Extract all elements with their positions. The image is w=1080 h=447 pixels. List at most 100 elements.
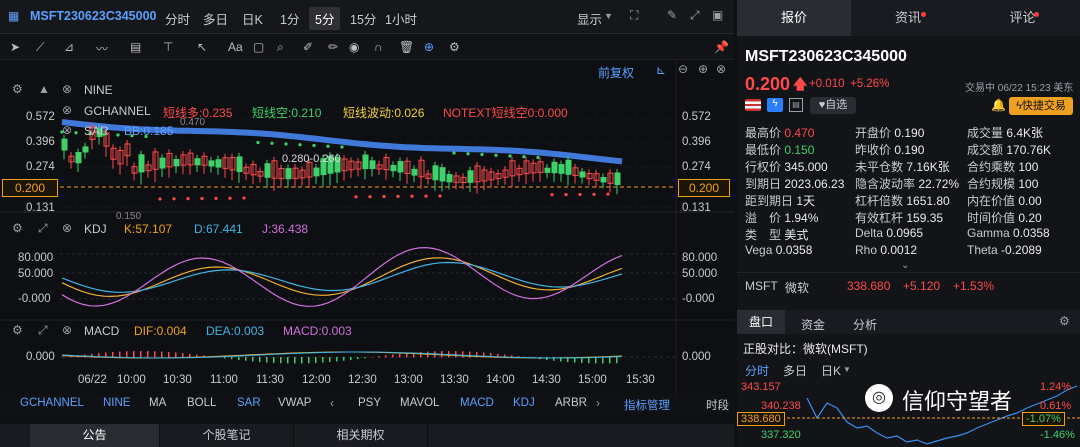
expand-icon[interactable]: ⤢ xyxy=(690,8,700,23)
expand-icon[interactable]: ⤢ xyxy=(38,323,48,338)
stat-item: Delta 0.0965 xyxy=(855,226,923,240)
settings-gear-icon[interactable]: ⚙ xyxy=(12,323,23,337)
indicator-vwap[interactable]: VWAP xyxy=(278,397,311,409)
pin-icon[interactable]: 📌 xyxy=(714,40,729,54)
indicator-sar[interactable]: SAR xyxy=(237,397,261,409)
macd-bar xyxy=(420,351,422,358)
quick-trade-button[interactable]: ϟ快捷交易 xyxy=(1009,97,1073,115)
settings-gear-icon[interactable]: ⚙ xyxy=(12,221,23,235)
measure-tool-icon[interactable]: ⊤ xyxy=(163,40,173,54)
stat-item: 隐含波动率 22.72% xyxy=(855,175,959,192)
zoom-in-icon[interactable]: ⊕ xyxy=(698,62,708,76)
tab-analysis[interactable]: 分析 xyxy=(853,316,877,333)
eye-icon[interactable]: ◉ xyxy=(349,40,359,54)
tab-news[interactable]: 资讯 xyxy=(851,0,965,36)
close-icon[interactable]: ⊗ xyxy=(62,82,72,96)
edit-tool-icon[interactable]: ✐ xyxy=(303,40,313,54)
indicator-arbr[interactable]: ARBR xyxy=(555,397,587,409)
line-tool-icon[interactable]: ⟋ xyxy=(36,40,44,55)
stat-value: 170.76K xyxy=(1006,143,1052,157)
period-multiday[interactable]: 多日 xyxy=(203,9,228,28)
magnet-icon[interactable]: ∩ xyxy=(374,40,383,54)
stat-item: 到期日 2023.06.23 xyxy=(745,175,844,192)
sync-icon[interactable]: ⊕ xyxy=(424,40,434,54)
sar-label[interactable]: SAR xyxy=(84,124,109,138)
nine-label[interactable]: NINE xyxy=(84,83,113,97)
text-tool-icon[interactable]: Aa xyxy=(228,40,243,54)
chevron-left-icon[interactable]: ‹ xyxy=(330,396,334,410)
mini-period-daily[interactable]: 日K xyxy=(821,362,841,379)
stat-item: 昨收价 0.190 xyxy=(855,141,924,158)
y-tick-right: 0.274 xyxy=(682,161,711,173)
pen-icon[interactable]: ✎ xyxy=(667,8,677,22)
cursor-icon[interactable]: ➤ xyxy=(10,40,20,54)
session-button[interactable]: 时段 xyxy=(706,397,729,413)
zoom-tool-icon[interactable]: ⌕ xyxy=(277,40,284,55)
stat-value: 0.0358 xyxy=(1013,226,1050,240)
up-icon[interactable]: ▲ xyxy=(38,82,50,96)
close-icon[interactable]: ⊗ xyxy=(62,123,72,137)
indicator-gchannel[interactable]: GCHANNEL xyxy=(20,397,84,409)
chevron-right-icon[interactable]: › xyxy=(596,396,600,410)
tab-notes[interactable]: 个股笔记 xyxy=(160,424,294,447)
period-5min[interactable]: 5分 xyxy=(309,7,341,30)
macd-label[interactable]: MACD xyxy=(84,324,119,338)
display-menu[interactable]: 显示 xyxy=(577,9,602,28)
mini-period-multiday[interactable]: 多日 xyxy=(783,362,807,379)
indicator-nine[interactable]: NINE xyxy=(103,397,130,409)
watchlist-button[interactable]: ♥自选 xyxy=(810,97,856,114)
compare-icon[interactable]: ⊾ xyxy=(656,63,666,77)
trash-icon[interactable]: 🗑 xyxy=(399,40,414,54)
indicator-boll[interactable]: BOLL xyxy=(187,397,216,409)
reset-icon[interactable]: ⊗ xyxy=(716,62,726,76)
macd-bar xyxy=(455,351,457,358)
pencil-tool-icon[interactable]: ✏ xyxy=(328,40,338,54)
options-icon: ▤ xyxy=(789,98,803,112)
period-1min[interactable]: 1分 xyxy=(280,9,299,28)
fullscreen-icon[interactable]: ⛶ xyxy=(630,8,638,23)
close-icon[interactable]: ⊗ xyxy=(62,103,72,117)
sar-dot xyxy=(186,197,190,201)
gchannel-label[interactable]: GCHANNEL xyxy=(84,104,151,118)
zoom-out-icon[interactable]: ⊖ xyxy=(678,62,688,76)
candle xyxy=(397,161,404,173)
indicator-psy[interactable]: PSY xyxy=(358,397,381,409)
underlying-name: 微软 xyxy=(785,281,810,295)
bell-icon[interactable]: 🔔 xyxy=(991,98,1006,112)
channel-tool-icon[interactable]: ⊿ xyxy=(64,40,74,54)
tab-capital[interactable]: 资金 xyxy=(801,316,825,333)
gear-icon[interactable]: ⚙ xyxy=(1059,314,1070,328)
tab-quote[interactable]: 报价 xyxy=(737,0,851,36)
period-15min[interactable]: 15分 xyxy=(350,9,376,28)
indicator-ma[interactable]: MA xyxy=(149,397,166,409)
period-intraday[interactable]: 分时 xyxy=(165,9,190,28)
close-icon[interactable]: ⊗ xyxy=(62,221,72,235)
indicator-macd[interactable]: MACD xyxy=(460,397,494,409)
gear-icon[interactable]: ⚙ xyxy=(449,40,460,54)
arrow-tool-icon[interactable]: ↖ xyxy=(197,40,207,54)
grid-menu-icon[interactable]: ▦ xyxy=(8,9,19,23)
indicator-kdj[interactable]: KDJ xyxy=(513,397,535,409)
stat-value: 100 xyxy=(1018,177,1039,191)
layout-icon[interactable]: ▣ xyxy=(712,8,723,22)
indicator-mavol[interactable]: MAVOL xyxy=(400,397,439,409)
settings-gear-icon[interactable]: ⚙ xyxy=(12,82,23,96)
stat-item: 距到期日 1天 xyxy=(745,192,815,209)
indicator-manage[interactable]: 指标管理 xyxy=(624,397,670,413)
tab-orderbook[interactable]: 盘口 xyxy=(737,310,785,334)
tab-announcements[interactable]: 公告 xyxy=(30,424,160,447)
adjust-mode[interactable]: 前复权 xyxy=(598,64,634,81)
tab-comments[interactable]: 评论 xyxy=(965,0,1080,36)
period-1hour[interactable]: 1小时 xyxy=(385,9,417,28)
wave-tool-icon[interactable]: 〰 xyxy=(96,40,108,57)
close-icon[interactable]: ⊗ xyxy=(62,323,72,337)
chevron-down-icon[interactable]: ⌄ xyxy=(901,260,909,271)
kdj-label[interactable]: KDJ xyxy=(84,222,107,236)
expand-icon[interactable]: ⤢ xyxy=(38,221,48,236)
comment-tool-icon[interactable]: ▢ xyxy=(253,40,264,54)
period-daily[interactable]: 日K xyxy=(242,9,263,28)
mini-period-intraday[interactable]: 分时 xyxy=(745,362,769,379)
tab-related-options[interactable]: 相关期权 xyxy=(294,424,428,447)
sar-dot xyxy=(242,196,246,200)
fib-tool-icon[interactable]: ▤ xyxy=(130,40,141,54)
